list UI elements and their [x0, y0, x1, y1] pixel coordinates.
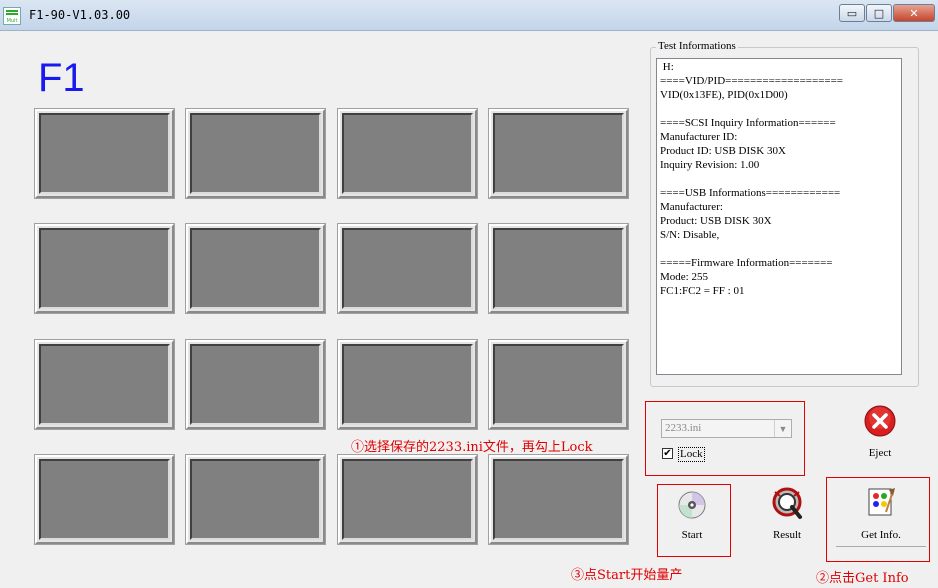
minimize-button[interactable]: ▭ — [839, 4, 865, 22]
test-info-line: Inquiry Revision: 1.00 — [660, 159, 760, 171]
port-slot-display — [190, 228, 321, 309]
test-info-line: ====USB Informations============ — [660, 187, 841, 199]
port-slot[interactable] — [488, 454, 629, 545]
annotation-step3: ③点Start开始量产 — [571, 568, 683, 583]
test-info-line: Manufacturer: — [660, 201, 723, 213]
port-slot[interactable] — [337, 223, 478, 314]
port-slot-display — [493, 228, 624, 309]
port-slot-display — [39, 113, 170, 194]
annotation-step1: ①选择保存的2233.ini文件，再勾上Lock — [351, 440, 593, 455]
annotation-step2: ②点击Get Info — [816, 571, 909, 586]
test-info-line: =====Firmware Information======= — [660, 257, 833, 269]
test-info-line: Mode: 255 — [660, 271, 708, 283]
test-info-line: Manufacturer ID: — [660, 131, 738, 143]
port-slot[interactable] — [185, 223, 326, 314]
test-info-line: S/N: Disable, — [660, 229, 720, 241]
port-slot[interactable] — [34, 454, 175, 545]
port-slot-display — [342, 113, 473, 194]
palette-icon — [868, 488, 895, 516]
chevron-down-icon[interactable]: ▼ — [774, 420, 791, 437]
disc-icon — [678, 491, 706, 519]
eject-icon — [864, 405, 896, 437]
test-info-line: Product: USB DISK 30X — [660, 215, 772, 227]
port-slot[interactable] — [337, 108, 478, 199]
test-info-line — [660, 102, 898, 116]
ini-file-select[interactable]: 2233.ini ▼ — [661, 419, 792, 438]
port-slot-display — [342, 228, 473, 309]
test-info-line — [660, 172, 898, 186]
test-info-line: Product ID: USB DISK 30X — [660, 145, 786, 157]
port-slot-display — [39, 344, 170, 425]
ini-file-value: 2233.ini — [665, 422, 702, 434]
test-info-line — [660, 242, 898, 256]
port-slot[interactable] — [185, 339, 326, 430]
lock-checkbox[interactable]: ✔ — [662, 448, 673, 459]
result-icon — [772, 487, 802, 519]
test-info-title: Test Informations — [656, 40, 738, 52]
port-slot[interactable] — [488, 223, 629, 314]
port-slot-display — [39, 459, 170, 540]
window-title: F1-90-V1.03.00 — [29, 8, 131, 22]
start-label: Start — [681, 529, 703, 541]
test-info-line: VID(0x13FE), PID(0x1D00) — [660, 89, 788, 101]
port-slot-display — [493, 459, 624, 540]
eject-label: Eject — [868, 447, 892, 459]
annotation-box-config — [645, 401, 805, 476]
maximize-button[interactable]: □ — [866, 4, 892, 22]
port-slot[interactable] — [488, 108, 629, 199]
maximize-icon: □ — [873, 6, 885, 20]
port-slot-display — [39, 228, 170, 309]
port-slot-display — [190, 344, 321, 425]
get-info-button[interactable]: Get Info. — [836, 483, 926, 547]
port-slot[interactable] — [34, 223, 175, 314]
port-slot-display — [190, 459, 321, 540]
title-bar: Mult F1-90-V1.03.00 ▭ □ ✕ — [0, 0, 938, 31]
eject-button[interactable]: Eject — [850, 403, 910, 459]
port-slot[interactable] — [337, 339, 478, 430]
port-slot[interactable] — [337, 454, 478, 545]
test-info-textarea[interactable]: H: ====VID/PID=================== VID(0x13… — [656, 58, 902, 375]
device-label: F1 — [38, 56, 85, 100]
port-slot[interactable] — [185, 454, 326, 545]
test-info-line: H: — [660, 61, 674, 73]
port-slot-display — [190, 113, 321, 194]
port-slot[interactable] — [185, 108, 326, 199]
port-slot[interactable] — [488, 339, 629, 430]
app-icon-text: Mult — [6, 18, 18, 24]
port-slot-display — [342, 344, 473, 425]
test-info-line: FC1:FC2 = FF : 01 — [660, 285, 745, 297]
port-slot[interactable] — [34, 339, 175, 430]
result-button[interactable]: Result — [757, 486, 817, 541]
port-slot[interactable] — [34, 108, 175, 199]
port-slot-display — [342, 459, 473, 540]
test-info-line: ====VID/PID=================== — [660, 75, 844, 87]
minimize-icon: ▭ — [846, 6, 858, 20]
start-button[interactable]: Start — [662, 489, 722, 541]
close-icon: ✕ — [909, 6, 919, 20]
port-slot-display — [493, 344, 624, 425]
result-label: Result — [772, 529, 802, 541]
test-info-line: ====SCSI Inquiry Information====== — [660, 117, 836, 129]
port-slot-display — [493, 113, 624, 194]
lock-label[interactable]: Lock — [678, 447, 705, 462]
close-button[interactable]: ✕ — [893, 4, 935, 22]
get-info-label: Get Info. — [861, 529, 901, 541]
app-icon: Mult — [3, 7, 21, 25]
